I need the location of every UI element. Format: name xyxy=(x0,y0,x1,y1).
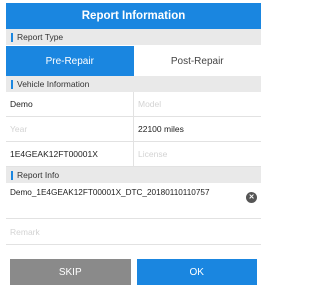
ok-button[interactable]: OK xyxy=(136,259,257,285)
year-placeholder: Year xyxy=(10,124,28,134)
license-placeholder: License xyxy=(138,149,168,159)
report-information-dialog: Report Information Report Type Pre-Repai… xyxy=(6,3,261,303)
vehicle-row-2: Year 22100 miles xyxy=(6,117,261,142)
model-placeholder: Model xyxy=(138,99,162,109)
post-repair-button[interactable]: Post-Repair xyxy=(133,46,261,76)
remark-placeholder: Remark xyxy=(10,226,40,237)
make-field[interactable]: Demo xyxy=(6,92,134,116)
vehicle-information-header: Vehicle Information xyxy=(6,76,261,92)
vehicle-row-1: Demo Model xyxy=(6,92,261,117)
vin-value: 1E4GEAK12FT00001X xyxy=(10,149,98,159)
section-marker xyxy=(11,79,13,89)
report-info-header: Report Info xyxy=(6,167,261,183)
dialog-title: Report Information xyxy=(6,3,261,29)
remark-field[interactable]: Remark xyxy=(6,219,261,245)
report-type-label: Report Type xyxy=(17,32,64,42)
skip-button[interactable]: SKIP xyxy=(10,259,131,285)
report-info-label: Report Info xyxy=(17,170,60,180)
year-field[interactable]: Year xyxy=(6,117,134,141)
vehicle-row-3: 1E4GEAK12FT00001X License xyxy=(6,142,261,167)
license-field[interactable]: License xyxy=(134,142,261,166)
vin-field[interactable]: 1E4GEAK12FT00001X xyxy=(6,142,134,166)
section-marker xyxy=(11,32,13,42)
section-marker xyxy=(11,170,13,180)
action-buttons: SKIP OK xyxy=(6,259,261,285)
model-field[interactable]: Model xyxy=(134,92,261,116)
make-value: Demo xyxy=(10,99,33,109)
dialog-bottom xyxy=(6,293,261,303)
pre-repair-button[interactable]: Pre-Repair xyxy=(6,46,134,76)
report-name-field[interactable]: Demo_1E4GEAK12FT00001X_DTC_2018011011075… xyxy=(6,183,261,219)
vehicle-information-label: Vehicle Information xyxy=(17,79,90,89)
mileage-value: 22100 miles xyxy=(138,124,184,134)
report-type-header: Report Type xyxy=(6,29,261,45)
report-name-value: Demo_1E4GEAK12FT00001X_DTC_2018011011075… xyxy=(10,188,210,197)
report-type-toggle: Pre-Repair Post-Repair xyxy=(6,46,261,76)
mileage-field[interactable]: 22100 miles xyxy=(134,117,261,141)
clear-icon[interactable]: ✕ xyxy=(246,192,257,203)
